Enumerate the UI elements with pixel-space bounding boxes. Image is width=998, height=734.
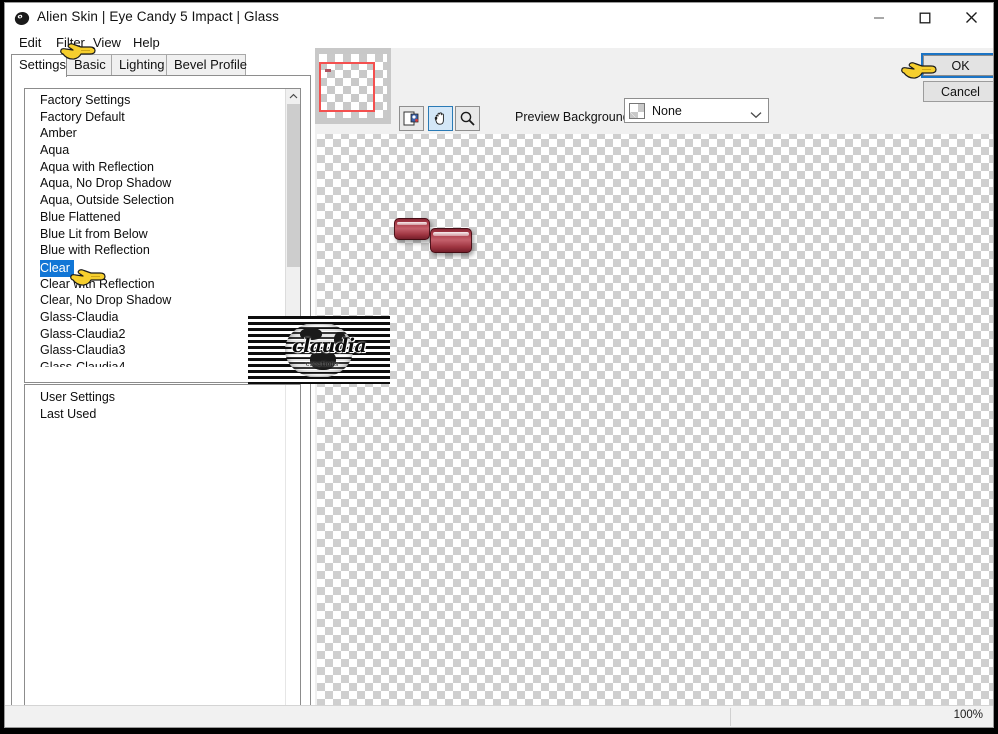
ok-button[interactable]: OK — [921, 53, 993, 78]
claudia-watermark: claudia creations — [248, 316, 390, 384]
cancel-button[interactable]: Cancel — [923, 81, 993, 102]
plugin-window: Alien Skin | Eye Candy 5 Impact | Glass — [4, 2, 994, 728]
settings-panel: Factory Settings Factory Default Amber A… — [11, 75, 311, 727]
menu-item-view[interactable]: View — [90, 34, 124, 51]
list-item[interactable]: Clear, No Drop Shadow — [25, 292, 287, 309]
list-item[interactable]: Amber — [25, 125, 287, 142]
zoom-level-text: 100% — [953, 709, 983, 721]
menu-item-filter[interactable]: Filter — [53, 34, 88, 51]
hand-pan-tool-button[interactable] — [428, 106, 453, 131]
list-item[interactable]: Clear with Reflection — [25, 276, 287, 293]
preview-canvas[interactable] — [317, 131, 993, 710]
user-settings-list: User Settings Last Used — [25, 385, 300, 422]
watermark-subtext: creations — [306, 361, 339, 368]
preview-background-select[interactable]: None — [624, 98, 769, 123]
tab-settings[interactable]: Settings — [11, 54, 67, 77]
list-item[interactable]: Aqua — [25, 142, 287, 159]
navigator-viewport-rect[interactable] — [319, 62, 375, 112]
list-item[interactable]: Last Used — [25, 406, 300, 423]
user-list-scrollbar[interactable] — [285, 385, 300, 727]
chevron-down-icon[interactable] — [750, 106, 762, 124]
menu-item-edit[interactable]: Edit — [16, 34, 44, 51]
image-eyedropper-tool-button[interactable] — [399, 106, 424, 131]
tab-basic[interactable]: Basic — [66, 54, 112, 76]
tab-strip: Settings Basic Lighting Bevel Profile — [11, 54, 311, 77]
list-item[interactable]: Blue Flattened — [25, 209, 287, 226]
list-item[interactable]: Aqua, Outside Selection — [25, 192, 287, 209]
status-divider — [730, 708, 731, 726]
canvas-top-strip — [317, 131, 993, 134]
list-item-selected[interactable]: Clear — [40, 259, 74, 277]
close-icon — [965, 12, 977, 23]
zoom-magnifier-tool-button[interactable] — [455, 106, 480, 131]
checkered-none-swatch-icon — [629, 102, 645, 119]
maximize-icon — [919, 12, 931, 23]
window-title: Alien Skin | Eye Candy 5 Impact | Glass — [37, 9, 280, 24]
user-settings-listbox[interactable]: User Settings Last Used — [24, 384, 301, 727]
list-item[interactable]: Blue with Reflection — [25, 242, 287, 259]
status-bar: 100% — [5, 705, 993, 727]
image-eyedropper-icon — [403, 111, 419, 126]
navigator-thumbnail[interactable] — [315, 48, 391, 124]
minimize-icon — [874, 16, 884, 19]
alien-skin-logo-icon — [14, 10, 31, 27]
tab-lighting[interactable]: Lighting — [111, 54, 167, 76]
watermark-text: claudia — [292, 335, 367, 357]
preview-background-label: Preview Background: — [515, 110, 634, 124]
glass-object-preview — [394, 218, 430, 240]
menu-item-help[interactable]: Help — [130, 34, 163, 51]
list-item[interactable]: Aqua with Reflection — [25, 159, 287, 176]
tab-bevel-profile[interactable]: Bevel Profile — [166, 54, 247, 76]
application-root: Alien Skin | Eye Candy 5 Impact | Glass — [0, 0, 998, 734]
glass-object-preview — [430, 228, 472, 253]
list-item[interactable]: Blue Lit from Below — [25, 226, 287, 243]
minimize-button[interactable] — [856, 3, 902, 32]
close-button[interactable] — [948, 3, 993, 32]
chevron-up-icon — [289, 93, 298, 99]
scroll-thumb[interactable] — [287, 104, 300, 267]
list-item[interactable]: Factory Settings — [25, 92, 287, 109]
hand-icon — [434, 112, 444, 125]
maximize-button[interactable] — [902, 3, 948, 32]
preview-background-value: None — [652, 103, 682, 118]
magnifier-icon — [460, 111, 475, 126]
list-item[interactable]: User Settings — [25, 389, 300, 406]
list-item[interactable]: Aqua, No Drop Shadow — [25, 175, 287, 192]
scroll-up-button[interactable] — [286, 89, 300, 104]
list-item[interactable]: Factory Default — [25, 109, 287, 126]
title-bar: Alien Skin | Eye Candy 5 Impact | Glass — [5, 3, 993, 33]
